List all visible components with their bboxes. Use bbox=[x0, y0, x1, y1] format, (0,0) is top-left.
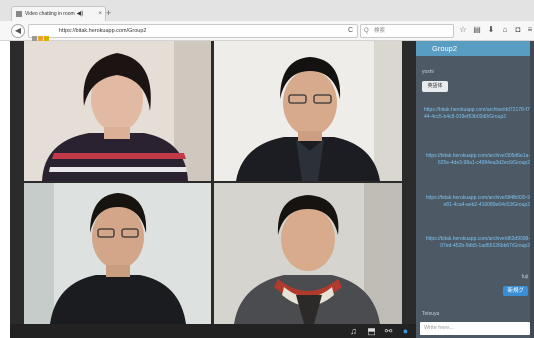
archive-link-3[interactable]: https://bitak.herokuapp.com/archive/9f4f… bbox=[424, 195, 530, 209]
download-icon[interactable]: ⬇ bbox=[486, 25, 496, 35]
search-icon: Q bbox=[364, 28, 369, 34]
message-button[interactable]: 英語体 bbox=[422, 81, 448, 92]
address-bar[interactable]: https://bitak.herokuapp.com/Group2 C bbox=[28, 24, 358, 59]
archive-link-1[interactable]: https://bitak.herokuapp.com/archive/dd72… bbox=[424, 107, 530, 121]
participant-video-3 bbox=[24, 183, 211, 324]
favicon-icon bbox=[16, 10, 22, 17]
speaker-icon[interactable]: ◀) bbox=[77, 11, 84, 17]
url-text[interactable]: https://bitak.herokuapp.com/Group2 bbox=[59, 25, 146, 37]
video-tile-2[interactable] bbox=[214, 41, 402, 181]
new-tab-button[interactable]: + bbox=[106, 7, 111, 19]
pocket-icon[interactable]: ◘ bbox=[513, 25, 523, 35]
tab-title: Video chatting in room bbox=[25, 11, 75, 17]
participant-video-4 bbox=[214, 183, 402, 324]
menu-icon[interactable]: ≡ bbox=[525, 25, 534, 35]
chat-input[interactable]: Write here... bbox=[420, 322, 530, 335]
mute-icon[interactable]: ♫ bbox=[348, 326, 359, 337]
chat-panel: Group2 yoshi 英語体 https://bitak.herokuapp… bbox=[416, 41, 534, 338]
participant-video-2 bbox=[214, 41, 402, 181]
bookmark-star-icon[interactable]: ☆ bbox=[458, 25, 468, 35]
chat-toggle-icon[interactable]: ● bbox=[400, 326, 411, 337]
reload-icon[interactable]: C bbox=[348, 25, 353, 37]
video-tile-4[interactable] bbox=[214, 183, 402, 324]
message-author-1: yoshi bbox=[422, 69, 434, 75]
video-controls-bar: ♫ ⬒ ⚯ ● bbox=[10, 324, 416, 338]
chat-scrollbar[interactable] bbox=[530, 41, 534, 338]
record-icon[interactable]: ⬒ bbox=[366, 326, 377, 337]
archive-link-4[interactable]: https://bitak.herokuapp.com/archive/d62d… bbox=[424, 236, 530, 250]
tab-close-button[interactable]: × bbox=[98, 7, 102, 22]
video-tile-3[interactable] bbox=[24, 183, 211, 324]
reading-list-icon[interactable]: ▤ bbox=[472, 25, 482, 35]
search-placeholder: 検索 bbox=[374, 28, 386, 34]
search-input[interactable]: Q 検索 bbox=[360, 24, 454, 38]
back-button[interactable]: ◀ bbox=[11, 24, 25, 38]
browser-tab-bar: Video chatting in room ◀) × + bbox=[0, 0, 534, 22]
site-info-icons[interactable] bbox=[32, 28, 54, 59]
room-title: Group2 bbox=[432, 44, 458, 53]
video-stage: ♫ ⬒ ⚯ ● bbox=[10, 41, 416, 338]
participant-video-1 bbox=[24, 41, 211, 181]
message-author-2: fuji bbox=[521, 274, 528, 280]
chat-header: Group2 bbox=[416, 41, 534, 56]
browser-tab[interactable]: Video chatting in room ◀) × bbox=[11, 6, 106, 22]
video-tile-1[interactable] bbox=[24, 41, 211, 181]
link-icon[interactable]: ⚯ bbox=[383, 326, 394, 337]
chat-bubble: 新規グ bbox=[503, 286, 528, 296]
archive-link-2[interactable]: https://bitak.herokuapp.com/archive/305d… bbox=[424, 153, 530, 167]
navigation-bar: ◀ https://bitak.herokuapp.com/Group2 C Q… bbox=[0, 21, 534, 59]
home-icon[interactable]: ⌂ bbox=[500, 25, 510, 35]
message-author-3: Tetsuya bbox=[422, 311, 440, 317]
